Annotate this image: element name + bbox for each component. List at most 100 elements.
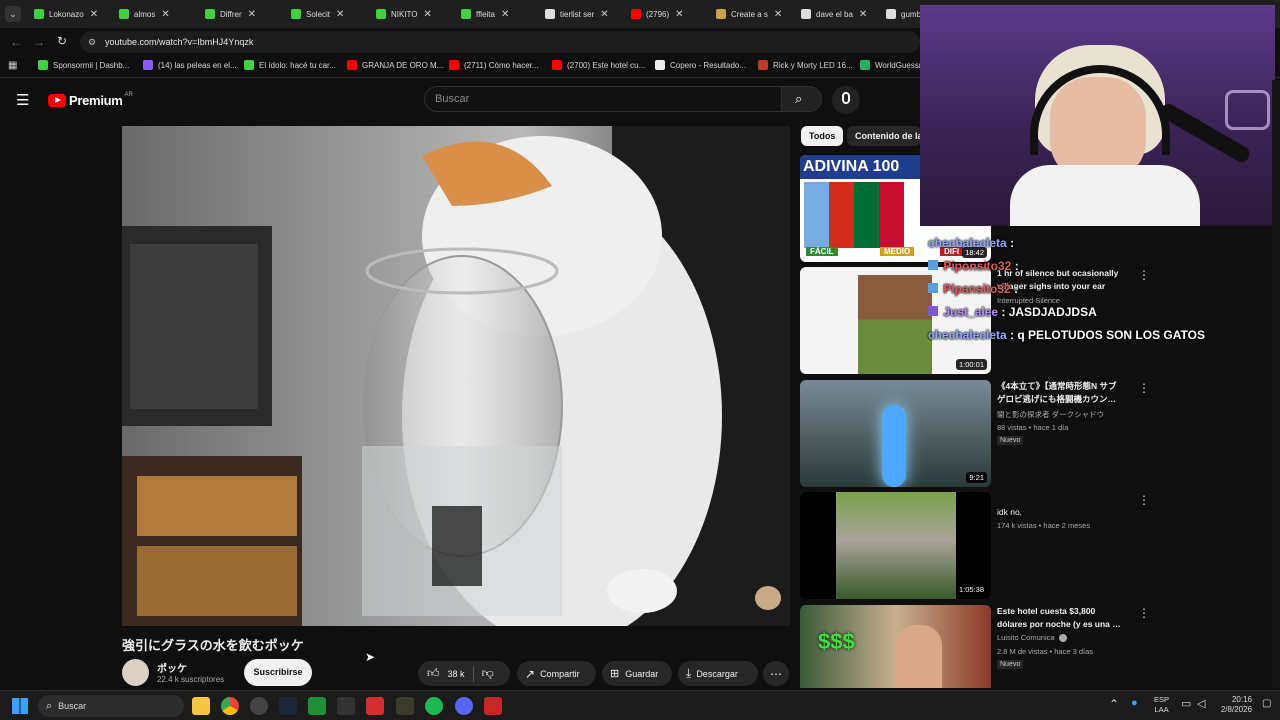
channel-avatar[interactable] xyxy=(122,659,149,686)
browser-tab[interactable]: almos ✕ xyxy=(119,3,189,25)
chip-related-content[interactable]: Contenido de la xyxy=(847,126,921,146)
browser-tab[interactable]: Diffrer ✕ xyxy=(205,3,275,25)
related-title-3[interactable]: 《4本立て》【通常時形態N サブ ゲロビ逃げにも格闘機カウン… xyxy=(997,380,1127,406)
kitten-image xyxy=(836,492,956,599)
close-icon[interactable]: ✕ xyxy=(675,9,683,20)
related-title-4[interactable]: idk no. xyxy=(997,506,1127,519)
reload-icon[interactable]: ↻ xyxy=(57,34,67,48)
apps-grid-icon[interactable]: ▦ xyxy=(8,60,17,71)
site-info-icon[interactable]: ⚙ xyxy=(88,31,96,53)
browser-tab[interactable]: gumb xyxy=(886,3,920,25)
voice-search-button[interactable] xyxy=(832,86,860,114)
chip-all[interactable]: Todos xyxy=(801,126,844,146)
close-icon[interactable]: ✕ xyxy=(859,9,867,20)
tab-search-button[interactable]: ⌄ xyxy=(5,6,21,22)
browser-tab[interactable]: ffleita ✕ xyxy=(461,3,531,25)
close-icon[interactable]: ✕ xyxy=(600,9,608,20)
discord-icon[interactable] xyxy=(455,697,473,715)
dislike-button[interactable]: 👎︎ xyxy=(474,666,494,681)
bookmark-item[interactable]: (2711) Cómo hacer... xyxy=(449,60,539,70)
related-channel-2[interactable]: Interrupted Silence xyxy=(997,296,1060,305)
notification-icon[interactable]: ▢ xyxy=(1262,698,1271,709)
like-button[interactable]: 👍︎ 38 k xyxy=(418,666,465,681)
back-icon[interactable]: ← xyxy=(10,35,22,49)
video-player[interactable] xyxy=(122,126,790,626)
bookmark-favicon-icon xyxy=(38,60,48,70)
related-title-5[interactable]: Este hotel cuesta $3,800 dólares por noc… xyxy=(997,605,1127,631)
close-icon[interactable]: ✕ xyxy=(336,9,344,20)
save-button[interactable]: ⊞ Guardar xyxy=(602,661,672,686)
bookmark-item[interactable]: Sponsormii | Dashb... xyxy=(38,60,129,70)
close-icon[interactable]: ✕ xyxy=(501,9,509,20)
bookmark-item[interactable]: Copero - Resultado... xyxy=(655,60,746,70)
app-icon[interactable] xyxy=(396,697,414,715)
windows-start-icon[interactable] xyxy=(12,698,28,714)
bookmark-item[interactable]: El ídolo: hacé tu car... xyxy=(244,60,336,70)
related-thumbnail-3[interactable]: 9:21 xyxy=(800,380,991,487)
network-icon[interactable]: ▭ xyxy=(1181,697,1191,710)
subscribe-button[interactable]: Suscribirse xyxy=(244,659,312,686)
search-input[interactable]: Buscar xyxy=(424,86,782,112)
bookmark-item[interactable]: (2700) Este hotel cu... xyxy=(552,60,645,70)
download-icon: ⤓ xyxy=(686,666,692,680)
bookmark-item[interactable]: WorldGuessr xyxy=(860,60,922,70)
bookmark-item[interactable]: Rick y Morty LED 16... xyxy=(758,60,853,70)
chat-message: Pipansito32 : xyxy=(928,282,1018,296)
page-scrollbar[interactable] xyxy=(1272,80,1280,688)
browser-tab[interactable]: dave el ba ✕ xyxy=(801,3,871,25)
related-thumbnail-5[interactable]: $$$ xyxy=(800,605,991,688)
browser-tab[interactable]: (2796) ✕ xyxy=(631,3,701,25)
menu-icon[interactable]: ☰ xyxy=(16,91,29,109)
language-indicator[interactable]: ESP LAA xyxy=(1154,695,1169,715)
badge-icon xyxy=(928,260,938,270)
close-icon[interactable]: ✕ xyxy=(424,9,432,20)
app-icon[interactable] xyxy=(484,697,502,715)
file-explorer-icon[interactable] xyxy=(192,697,210,715)
steam-icon[interactable] xyxy=(279,697,297,715)
tab-favicon-icon xyxy=(461,9,471,19)
close-icon[interactable]: ✕ xyxy=(248,9,256,20)
close-icon[interactable]: ✕ xyxy=(90,9,98,20)
url-field[interactable]: ⚙ youtube.com/watch?v=IbmHJ4Ynqzk xyxy=(80,31,920,53)
more-actions-button[interactable]: ⋯ xyxy=(763,661,789,686)
close-icon[interactable]: ✕ xyxy=(774,9,782,20)
browser-tab[interactable]: Lokonazo ✕ xyxy=(34,3,104,25)
tab-favicon-icon xyxy=(716,9,726,19)
browser-tab[interactable]: tierlist ser ✕ xyxy=(545,3,615,25)
app-icon[interactable] xyxy=(366,697,384,715)
share-label: Compartir xyxy=(540,668,580,679)
related-thumbnail-4[interactable]: 1:05:38 xyxy=(800,492,991,599)
related-channel-3[interactable]: 闇と影の探求者 ダークシャドウ xyxy=(997,409,1104,420)
volume-icon[interactable]: ◁ xyxy=(1197,697,1205,710)
related-menu-icon[interactable]: ⋮ xyxy=(1138,381,1150,395)
spotify-icon[interactable] xyxy=(425,697,443,715)
app-icon[interactable] xyxy=(250,697,268,715)
forward-icon[interactable]: → xyxy=(33,35,45,49)
app-icon[interactable] xyxy=(308,697,326,715)
app-icon[interactable] xyxy=(337,697,355,715)
related-menu-icon[interactable]: ⋮ xyxy=(1138,268,1150,282)
chevron-up-icon[interactable]: ⌃ xyxy=(1109,697,1119,711)
video-duration: 1:00:01 xyxy=(955,359,987,370)
clock[interactable]: 20:16 2/8/2026 xyxy=(1218,695,1252,715)
chat-username: chechalecleta xyxy=(928,236,1007,250)
share-button[interactable]: ↗ Compartir xyxy=(517,661,596,686)
close-icon[interactable]: ✕ xyxy=(161,9,169,20)
bookmark-label: WorldGuessr xyxy=(875,60,922,70)
related-menu-icon[interactable]: ⋮ xyxy=(1138,606,1150,620)
browser-tab[interactable]: Create a s ✕ xyxy=(716,3,786,25)
related-channel-5[interactable]: Luisito Comunica xyxy=(997,633,1067,642)
search-button[interactable]: ⌕ xyxy=(781,86,822,112)
youtube-logo[interactable]: Premium AR xyxy=(48,92,133,108)
microphone-icon[interactable]: ● xyxy=(1131,697,1138,709)
download-button[interactable]: ⤓ Descargar xyxy=(678,661,758,686)
browser-tab[interactable]: Solecit ✕ xyxy=(291,3,361,25)
tab-favicon-icon xyxy=(376,9,386,19)
related-menu-icon[interactable]: ⋮ xyxy=(1138,493,1150,507)
bookmark-item[interactable]: GRANJA DE ORO M... xyxy=(347,60,443,70)
channel-name[interactable]: ポッケ xyxy=(157,660,187,675)
browser-tab[interactable]: NIKITO ✕ xyxy=(376,3,446,25)
bookmark-item[interactable]: (14) las peleas en el... xyxy=(143,60,237,70)
taskbar-search-box[interactable]: ⌕ Buscar xyxy=(38,695,184,717)
chrome-icon[interactable] xyxy=(221,697,239,715)
